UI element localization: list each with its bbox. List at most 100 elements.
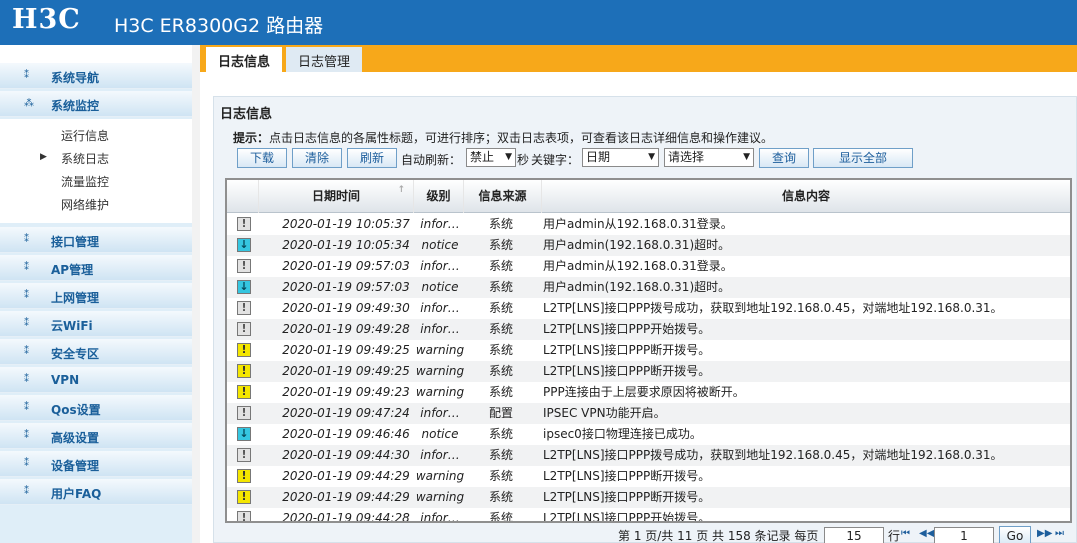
level-cell: notice: [421, 238, 459, 252]
hint-text: 提示：点击日志信息的各属性标题，可进行排序；双击日志表项，可查看该日志详细信息和…: [233, 131, 774, 145]
table-header: 日期时间 ↑ 级别 信息来源 信息内容: [227, 180, 1070, 213]
level-cell: notice: [421, 427, 459, 441]
table-row[interactable]: ! 2020-01-19 09:49:30 infor… 系统 L2TP[LNS]接口P…: [227, 298, 1070, 319]
sidebar-item-internet-management[interactable]: ⁑ 上网管理: [0, 283, 192, 309]
table-row[interactable]: ! 2020-01-19 09:57:03 infor… 系统 用户admin从192.…: [227, 256, 1070, 277]
message-cell: ipsec0接口物理连接已成功。: [543, 427, 702, 441]
sidebar-subitem-network-maintenance[interactable]: 网络维护: [61, 196, 109, 213]
keyword-field-select[interactable]: 日期 ▼: [582, 148, 659, 167]
message-cell: L2TP[LNS]接口PPP断开拨号。: [543, 343, 711, 357]
message-cell: L2TP[LNS]接口PPP断开拨号。: [543, 364, 711, 378]
warning-level-icon: !: [237, 343, 251, 357]
notice-level-icon: ↓: [237, 280, 251, 294]
go-button[interactable]: Go: [999, 526, 1031, 543]
expand-icon: ⁑: [24, 70, 29, 81]
expand-icon: ⁑: [24, 402, 29, 413]
level-cell: warning: [415, 385, 465, 399]
query-button[interactable]: 查询: [759, 148, 809, 168]
datetime-cell: 2020-01-19 10:05:37: [282, 217, 410, 231]
next-page-icon[interactable]: ▶▶: [1037, 528, 1052, 539]
column-header-level[interactable]: 级别: [414, 180, 464, 213]
level-cell: infor…: [420, 259, 460, 273]
download-button[interactable]: 下载: [237, 148, 287, 168]
sidebar-item-security-zone[interactable]: ⁑ 安全专区: [0, 339, 192, 365]
tab-bar: 日志信息 日志管理: [200, 45, 1077, 72]
sidebar-item-advanced-settings[interactable]: ⁑ 高级设置: [0, 423, 192, 449]
info-level-icon: !: [237, 322, 251, 336]
keyword-value-select[interactable]: 请选择 ▼: [664, 148, 754, 167]
refresh-button[interactable]: 刷新: [347, 148, 397, 168]
sort-icon: ↑: [397, 185, 405, 195]
sidebar-subitem-traffic-monitor[interactable]: 流量监控: [61, 173, 109, 190]
table-row[interactable]: ↓ 2020-01-19 10:05:34 notice 系统 用户admin(192.…: [227, 235, 1070, 256]
per-page-input[interactable]: 15: [824, 527, 884, 543]
info-level-icon: !: [237, 511, 251, 521]
sidebar-subitem-run-info[interactable]: 运行信息: [61, 127, 109, 144]
table-row[interactable]: ↓ 2020-01-19 09:57:03 notice 系统 用户admin(192.…: [227, 277, 1070, 298]
icon-column-header: [227, 180, 259, 213]
message-cell: PPP连接由于上层要求原因将被断开。: [543, 385, 745, 399]
sidebar-item-vpn[interactable]: ⁑ VPN: [0, 367, 192, 393]
sidebar-item-cloud-wifi[interactable]: ⁑ 云WiFi: [0, 311, 192, 337]
message-cell: L2TP[LNS]接口PPP开始拨号。: [543, 511, 711, 523]
message-cell: L2TP[LNS]接口PPP开始拨号。: [543, 322, 711, 336]
info-level-icon: !: [237, 406, 251, 420]
expand-icon: ⁑: [24, 430, 29, 441]
message-cell: L2TP[LNS]接口PPP断开拨号。: [543, 469, 711, 483]
sidebar-item-ap-management[interactable]: ⁑ AP管理: [0, 255, 192, 281]
table-row[interactable]: ! 2020-01-19 09:49:28 infor… 系统 L2TP[LNS]接口P…: [227, 319, 1070, 340]
table-row[interactable]: ! 2020-01-19 09:49:25 warning 系统 L2TP[LNS]接口…: [227, 361, 1070, 382]
level-cell: infor…: [420, 511, 460, 523]
source-cell: 系统: [488, 301, 513, 315]
sidebar-item-system-monitor[interactable]: ⁂ 系统监控: [0, 91, 192, 117]
table-row[interactable]: ! 2020-01-19 09:44:30 infor… 系统 L2TP[LNS]接口P…: [227, 445, 1070, 466]
datetime-cell: 2020-01-19 09:47:24: [282, 406, 410, 420]
product-title: H3C ER8300G2 路由器: [114, 15, 324, 37]
keyword-label: 关键字：: [531, 153, 580, 167]
info-level-icon: !: [237, 259, 251, 273]
table-row[interactable]: ! 2020-01-19 09:44:28 infor… 系统 L2TP[LNS]接口P…: [227, 508, 1070, 523]
last-page-icon[interactable]: ⏭: [1055, 528, 1064, 539]
sidebar-item-qos-settings[interactable]: ⁑ Qos设置: [0, 395, 192, 421]
rows-unit-label: 行: [888, 529, 901, 543]
source-cell: 系统: [488, 322, 513, 336]
source-cell: 系统: [488, 343, 513, 357]
sidebar-item-device-management[interactable]: ⁑ 设备管理: [0, 451, 192, 477]
table-row[interactable]: ! 2020-01-19 09:44:29 warning 系统 L2TP[LNS]接口…: [227, 466, 1070, 487]
sidebar-item-interface-management[interactable]: ⁑ 接口管理: [0, 227, 192, 253]
first-page-icon[interactable]: ⏮: [901, 528, 910, 539]
datetime-cell: 2020-01-19 09:49:23: [282, 385, 410, 399]
column-header-message[interactable]: 信息内容: [542, 180, 1070, 213]
table-row[interactable]: ! 2020-01-19 09:44:29 warning 系统 L2TP[LNS]接口…: [227, 487, 1070, 508]
table-row[interactable]: ! 2020-01-19 10:05:37 infor… 系统 用户admin从192.…: [227, 214, 1070, 235]
table-row[interactable]: ! 2020-01-19 09:49:23 warning 系统 PPP连接由于上层要求…: [227, 382, 1070, 403]
app-header: H3C H3C ER8300G2 路由器: [0, 0, 1077, 45]
message-cell: L2TP[LNS]接口PPP拨号成功，获取到地址192.168.0.45，对端地…: [543, 448, 1003, 462]
sidebar-item-user-faq[interactable]: ⁑ 用户FAQ: [0, 479, 192, 505]
sidebar-subitem-system-log[interactable]: 系统日志: [61, 150, 109, 167]
clear-button[interactable]: 清除: [292, 148, 342, 168]
page-number-input[interactable]: 1: [934, 527, 994, 543]
dropdown-arrow-icon: ▼: [648, 152, 655, 162]
expand-icon: ⁑: [24, 374, 29, 385]
sidebar-menu: ⁑ 系统导航 ⁂ 系统监控 运行信息 ▶ 系统日志 流量监控 网络维护 ⁑ 接口…: [0, 63, 192, 543]
warning-level-icon: !: [237, 490, 251, 504]
datetime-cell: 2020-01-19 09:57:03: [282, 280, 410, 294]
tab-log-management[interactable]: 日志管理: [286, 47, 363, 72]
table-row[interactable]: ! 2020-01-19 09:49:25 warning 系统 L2TP[LNS]接口…: [227, 340, 1070, 361]
info-level-icon: !: [237, 217, 251, 231]
expand-icon: ⁑: [24, 234, 29, 245]
column-header-source[interactable]: 信息来源: [464, 180, 542, 213]
tab-log-info[interactable]: 日志信息: [206, 47, 283, 72]
message-cell: 用户admin(192.168.0.31)超时。: [543, 280, 731, 294]
expand-icon: ⁑: [24, 290, 29, 301]
table-row[interactable]: ↓ 2020-01-19 09:46:46 notice 系统 ipsec0接口物理连接…: [227, 424, 1070, 445]
sidebar-item-system-navigation[interactable]: ⁑ 系统导航: [0, 63, 192, 89]
message-cell: IPSEC VPN功能开启。: [543, 406, 666, 420]
level-cell: infor…: [420, 322, 460, 336]
show-all-button[interactable]: 显示全部: [813, 148, 913, 168]
auto-refresh-select[interactable]: 禁止 ▼: [466, 148, 516, 167]
column-header-datetime[interactable]: 日期时间 ↑: [259, 180, 414, 213]
table-row[interactable]: ! 2020-01-19 09:47:24 infor… 配置 IPSEC VPN功能开…: [227, 403, 1070, 424]
previous-page-icon[interactable]: ◀◀: [919, 528, 934, 539]
